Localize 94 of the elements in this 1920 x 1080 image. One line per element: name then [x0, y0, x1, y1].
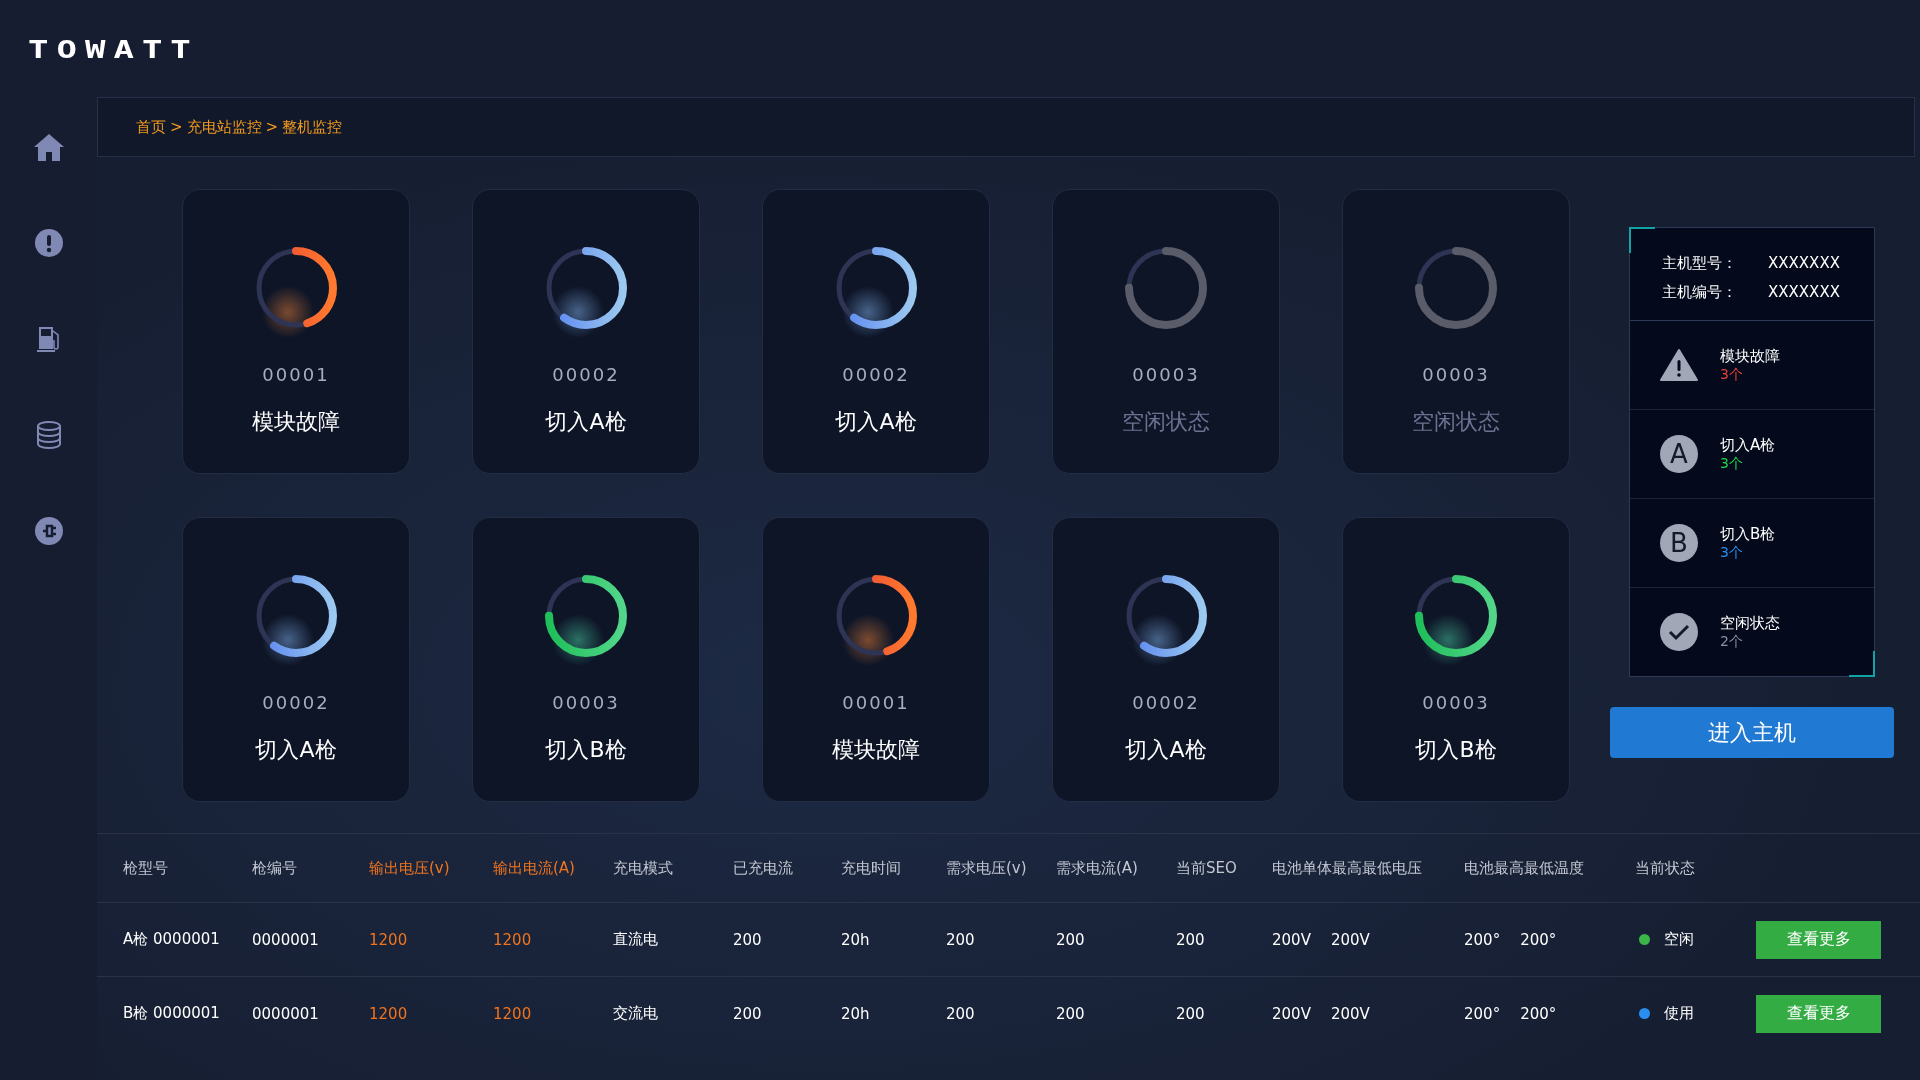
breadcrumb-link[interactable]: 首页 [136, 117, 166, 137]
table-cell-text: 200 [1176, 930, 1206, 949]
table-cell-text: 200 [1176, 1004, 1206, 1023]
table-cell-text: 0000001 [252, 930, 320, 949]
card-code: 00003 [1422, 692, 1490, 713]
table-cell-text: 20h [841, 930, 871, 949]
table-cell-text: 20h [841, 1004, 871, 1023]
table-cell-text: 1200 [369, 1004, 409, 1023]
stat-count: 3个 [1720, 543, 1744, 562]
table-cell-text: 200 [1056, 930, 1086, 949]
status-card[interactable]: 00003 空闲状态 [1052, 189, 1280, 474]
breadcrumb-separator: > [170, 118, 183, 136]
stat-count: 3个 [1720, 365, 1744, 384]
table-cell-text: 200 [733, 1004, 763, 1023]
table-cell-text: 200 [733, 930, 763, 949]
table-cell-text: 1200 [369, 930, 409, 949]
table-cell: 200V [1330, 1004, 1370, 1023]
card-status: 空闲状态 [1122, 408, 1210, 436]
column-header: 电池单体最高最低电压 [1272, 858, 1423, 878]
logo: TOWATT [28, 33, 199, 64]
table-cell: 200° [1520, 1004, 1557, 1023]
status-card[interactable]: 00002 切入A枪 [472, 189, 700, 474]
table-cell: 200° [1464, 1004, 1501, 1023]
stat-label: 切入B枪 [1720, 524, 1776, 544]
card-status: 切入A枪 [1125, 736, 1207, 764]
info-label: 主机编号： [1662, 283, 1738, 302]
table-cell: 200V [1272, 930, 1311, 949]
card-status: 模块故障 [252, 408, 340, 436]
stat-count: 2个 [1720, 632, 1744, 651]
table-cell: 200V [1330, 930, 1370, 949]
status-text: 空闲 [1664, 930, 1694, 949]
status-card[interactable]: 00003 空闲状态 [1342, 189, 1570, 474]
card-code: 00003 [552, 692, 620, 713]
card-code: 00002 [842, 364, 910, 385]
column-header: 枪型号 [123, 858, 169, 878]
stat-label: 切入A枪 [1720, 435, 1776, 455]
column-header: 充电模式 [613, 858, 674, 878]
table-cell-text: 200 [1056, 1004, 1086, 1023]
column-header: 输出电流(A) [493, 858, 576, 878]
status-card[interactable]: 00003 切入B枪 [1342, 517, 1570, 802]
stat-label: 空闲状态 [1720, 613, 1780, 633]
table-cell-text: 0000001 [252, 1004, 320, 1023]
gun-letter-icon: B [1660, 524, 1698, 562]
status-text: 使用 [1664, 1004, 1694, 1023]
table-cell: 200° [1520, 930, 1557, 949]
card-status: 切入A枪 [255, 736, 337, 764]
table-cell-text: 直流电 [613, 930, 659, 949]
column-header: 充电时间 [841, 858, 902, 878]
table-cell-text: B枪 0000001 [123, 1004, 221, 1023]
card-status: 切入B枪 [545, 736, 627, 764]
enter-host-button[interactable]: 进入主机 [1610, 707, 1894, 758]
status-card[interactable]: 00003 切入B枪 [472, 517, 700, 802]
column-header: 已充电流 [733, 858, 794, 878]
stat-label: 模块故障 [1720, 346, 1780, 366]
breadcrumb-link[interactable]: 充电站监控 [186, 117, 262, 137]
card-code: 00002 [1132, 692, 1200, 713]
table-cell-text: 200 [946, 1004, 976, 1023]
card-code: 00003 [1132, 364, 1200, 385]
table-cell-text: 1200 [493, 930, 533, 949]
card-status: 切入A枪 [835, 408, 917, 436]
column-header: 输出电压(v) [369, 858, 451, 878]
column-header: 当前状态 [1635, 858, 1696, 878]
card-status: 切入B枪 [1415, 736, 1497, 764]
card-code: 00001 [842, 692, 910, 713]
table-cell-text: 200 [946, 930, 976, 949]
table-cell: 200° [1464, 930, 1501, 949]
card-code: 00002 [552, 364, 620, 385]
stat-count: 3个 [1720, 454, 1744, 473]
gun-letter-icon: A [1660, 435, 1698, 473]
card-code: 00002 [262, 692, 330, 713]
column-header: 电池最高最低温度 [1464, 858, 1585, 878]
column-header: 需求电流(A) [1056, 858, 1139, 878]
status-card[interactable]: 00002 切入A枪 [182, 517, 410, 802]
card-status: 切入A枪 [545, 408, 627, 436]
card-status: 模块故障 [832, 736, 920, 764]
info-value: XXXXXXX [1768, 254, 1841, 273]
breadcrumb-separator: > [265, 118, 279, 136]
breadcrumb-link[interactable]: 整机监控 [282, 117, 343, 137]
column-header: 枪编号 [252, 858, 298, 878]
status-card[interactable]: 00002 切入A枪 [1052, 517, 1280, 802]
info-label: 主机型号： [1662, 254, 1738, 273]
card-status: 空闲状态 [1412, 408, 1500, 436]
status-card[interactable]: 00001 模块故障 [762, 517, 990, 802]
status-card[interactable]: 00001 模块故障 [182, 189, 410, 474]
column-header: 当前SEO [1176, 858, 1238, 878]
table-cell: 200V [1272, 1004, 1311, 1023]
card-code: 00001 [262, 364, 330, 385]
table-cell-text: A枪 0000001 [123, 930, 221, 949]
card-code: 00003 [1422, 364, 1490, 385]
table-cell-text: 1200 [493, 1004, 533, 1023]
table-cell-text: 交流电 [613, 1004, 659, 1023]
info-value: XXXXXXX [1768, 283, 1841, 302]
column-header: 需求电压(v) [946, 858, 1028, 878]
status-card[interactable]: 00002 切入A枪 [762, 189, 990, 474]
